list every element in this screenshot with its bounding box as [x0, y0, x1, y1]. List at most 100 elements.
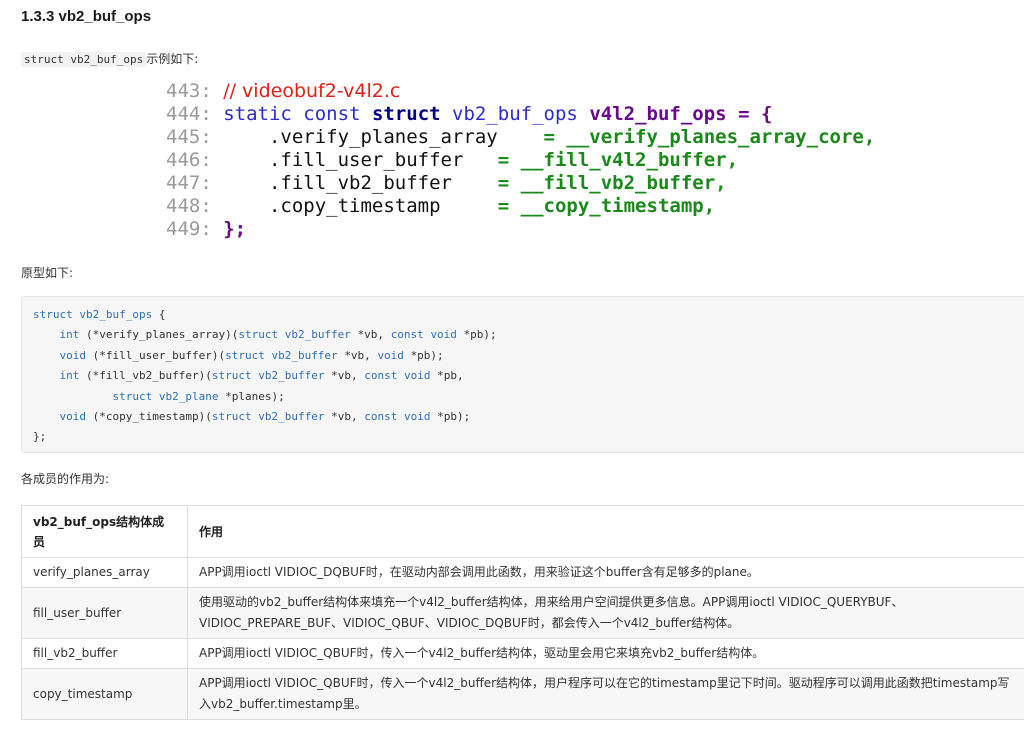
line-number: 444: [166, 103, 212, 125]
code-text: *pb); [410, 348, 444, 362]
code-keyword: struct [211, 369, 252, 383]
snippet-identifier: v4l2_buf_ops [589, 103, 727, 125]
code-keyword: struct [112, 389, 153, 403]
snippet-value: __copy_timestamp [520, 195, 704, 217]
code-text: (*copy_timestamp)( [92, 410, 212, 424]
code-text: *vb, [331, 410, 358, 424]
table-cell-purpose: 使用驱动的vb2_buffer结构体来填充一个v4l2_buffer结构体，用来… [187, 587, 1024, 639]
snippet-value: __fill_vb2_buffer [520, 172, 716, 194]
table-row: fill_user_buffer 使用驱动的vb2_buffer结构体来填充一个… [21, 587, 1024, 639]
code-text: *pb, [437, 369, 464, 383]
snippet-line: 447: .fill_vb2_buffer = __fill_vb2_buffe… [166, 172, 727, 194]
snippet-line: 448: .copy_timestamp = __copy_timestamp, [166, 195, 715, 217]
snippet-line: 446: .fill_user_buffer = __fill_v4l2_buf… [166, 149, 738, 171]
snippet-line: 449: }; [166, 218, 246, 240]
code-keyword: struct [33, 308, 73, 321]
table-cell-purpose: APP调用ioctl VIDIOC_DQBUF时，在驱动内部会调用此函数，用来验… [187, 557, 1024, 588]
code-keyword: void [377, 348, 404, 362]
code-text: (*verify_planes_array)( [86, 328, 239, 342]
snippet-equals: = [497, 172, 510, 194]
inline-code: struct vb2_buf_ops [21, 52, 147, 67]
snippet-value: __verify_planes_array_core [566, 126, 864, 148]
code-keyword: struct [225, 348, 265, 362]
snippet-punctuation: , [703, 195, 716, 217]
line-number: 443: [166, 80, 212, 102]
code-line: }; [33, 430, 47, 444]
code-text: (*fill_vb2_buffer)( [86, 369, 212, 383]
snippet-comment: // videobuf2-v4l2.c [223, 80, 401, 102]
table-cell-member: fill_user_buffer [21, 587, 188, 639]
table-header-member: vb2_buf_ops结构体成员 [21, 505, 188, 558]
code-type: vb2_buffer [271, 348, 338, 362]
table-cell-purpose: APP调用ioctl VIDIOC_QBUF时，传入一个v4l2_buffer结… [187, 638, 1024, 669]
code-keyword: int [59, 328, 80, 342]
line-number: 447: [166, 172, 212, 194]
code-keyword: struct [211, 410, 252, 424]
section-heading: 1.3.3 vb2_buf_ops [21, 8, 152, 25]
code-snippet-image: 443: // videobuf2-v4l2.c 444: static con… [166, 80, 875, 241]
code-text: *vb, [344, 348, 371, 362]
line-number: 445: [166, 126, 212, 148]
snippet-keyword: struct [371, 103, 441, 125]
snippet-field: .fill_vb2_buffer [268, 172, 452, 194]
table-cell-member: copy_timestamp [21, 668, 188, 720]
snippet-field: .fill_user_buffer [268, 149, 464, 171]
snippet-equals: = [543, 126, 555, 148]
snippet-line: 445: .verify_planes_array = __verify_pla… [166, 126, 875, 148]
code-keyword: const [390, 328, 424, 342]
code-text: (*fill_user_buffer)( [92, 348, 226, 362]
intro-paragraph: struct vb2_buf_ops 示例如下: [21, 50, 198, 67]
code-line: struct vb2_plane *planes); [33, 389, 284, 403]
snippet-type: vb2_buf_ops [452, 103, 578, 125]
code-line: struct vb2_buf_ops { [33, 308, 165, 321]
line-number: 448: [166, 195, 212, 217]
snippet-field: .copy_timestamp [268, 195, 441, 217]
code-type: vb2_buffer [258, 410, 325, 424]
code-keyword: int [59, 369, 80, 383]
snippet-line: 444: static const struct vb2_buf_ops v4l… [166, 103, 772, 125]
table-header-purpose: 作用 [187, 505, 1024, 558]
table-row: copy_timestamp APP调用ioctl VIDIOC_QBUF时，传… [21, 668, 1024, 720]
code-type: vb2_buf_ops [79, 308, 153, 321]
table-cell-member: verify_planes_array [21, 557, 188, 588]
table-row: fill_vb2_buffer APP调用ioctl VIDIOC_QBUF时，… [21, 638, 1024, 669]
code-line: int (*verify_planes_array)(struct vb2_bu… [33, 328, 497, 341]
members-table: vb2_buf_ops结构体成员 作用 verify_planes_array … [21, 505, 1024, 720]
snippet-field: .verify_planes_array [268, 126, 498, 148]
snippet-equals: = [497, 195, 510, 217]
code-keyword: struct [238, 328, 279, 342]
prototype-code-block[interactable]: struct vb2_buf_ops { int (*verify_planes… [21, 296, 1024, 453]
snippet-line: 443: // videobuf2-v4l2.c [166, 80, 400, 102]
code-keyword: void [59, 410, 87, 424]
table-row: verify_planes_array APP调用ioctl VIDIOC_DQ… [21, 557, 1024, 588]
snippet-value: __fill_v4l2_buffer [520, 149, 727, 171]
snippet-keyword: static const [223, 103, 361, 125]
code-keyword: void [59, 348, 87, 362]
code-keyword: const [364, 410, 398, 424]
code-type: vb2_buffer [284, 328, 351, 342]
line-number: 446: [166, 149, 212, 171]
snippet-punctuation: = { [738, 103, 773, 125]
members-label: 各成员的作用为: [21, 472, 110, 486]
intro-text: 示例如下: [146, 52, 199, 66]
code-keyword: const [364, 369, 398, 383]
code-keyword: void [403, 410, 431, 424]
code-text: *vb, [357, 328, 385, 342]
snippet-punctuation: , [863, 126, 876, 148]
code-text: *pb); [437, 410, 471, 424]
code-line: void (*copy_timestamp)(struct vb2_buffer… [33, 410, 471, 424]
snippet-punctuation: , [726, 149, 739, 171]
snippet-equals: = [497, 149, 510, 171]
code-text: *pb); [463, 328, 497, 342]
code-line: void (*fill_user_buffer)(struct vb2_buff… [33, 349, 444, 362]
code-text: *vb, [331, 369, 358, 383]
line-number: 449: [166, 218, 212, 240]
snippet-punctuation: , [715, 172, 727, 194]
snippet-punctuation: }; [223, 218, 247, 240]
code-keyword: void [403, 369, 431, 383]
table-cell-member: fill_vb2_buffer [21, 638, 188, 669]
code-type: vb2_buffer [258, 369, 325, 383]
code-keyword: void [430, 328, 457, 342]
code-text: { [158, 308, 166, 321]
code-line: int (*fill_vb2_buffer)(struct vb2_buffer… [33, 369, 464, 382]
